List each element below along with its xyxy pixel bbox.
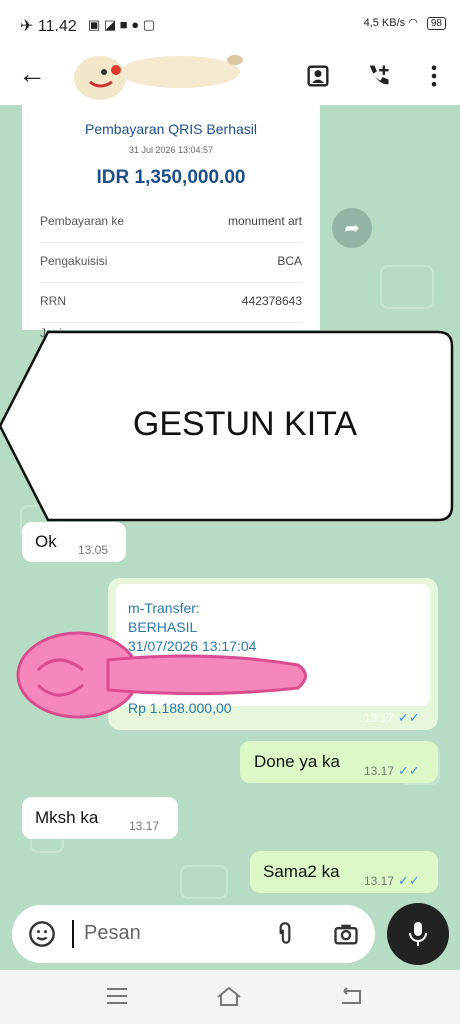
message-outgoing[interactable]: Sama2 ka 13.17 ✓✓ bbox=[250, 851, 438, 893]
text-cursor bbox=[72, 920, 74, 948]
chat-header: ← bbox=[0, 50, 460, 105]
add-call-icon[interactable] bbox=[364, 62, 392, 90]
battery-icon: 98 bbox=[426, 17, 446, 30]
message-incoming[interactable]: Mksh ka 13.17 bbox=[22, 797, 178, 839]
home-icon[interactable] bbox=[216, 985, 242, 1007]
receipt-row: Pembayaran ke monument art bbox=[40, 202, 302, 243]
read-ticks-icon: ✓✓ bbox=[398, 710, 420, 725]
receipt-row: RRN 442378643 bbox=[40, 282, 302, 323]
back-arrow-icon[interactable]: ← bbox=[18, 58, 46, 90]
message-outgoing[interactable]: Done ya ka 13.17 ✓✓ bbox=[240, 741, 438, 783]
pink-sticker-drawing bbox=[16, 631, 307, 719]
contact-card-icon[interactable] bbox=[304, 62, 332, 90]
receipt-title: Pembayaran QRIS Berhasil bbox=[85, 121, 257, 137]
forward-icon[interactable]: ➦ bbox=[332, 208, 372, 248]
read-ticks-icon: ✓✓ bbox=[398, 873, 420, 888]
emoji-icon[interactable] bbox=[28, 920, 56, 948]
receipt-amount: IDR 1,350,000.00 bbox=[96, 167, 246, 188]
avatar[interactable] bbox=[60, 50, 250, 105]
receipt-row: Pengakuisisi BCA bbox=[40, 242, 302, 283]
status-time: ✈ 11.42 bbox=[20, 18, 77, 35]
system-nav-bar bbox=[0, 970, 460, 1024]
read-ticks-icon: ✓✓ bbox=[398, 763, 420, 778]
banner-text: GESTUN KITA bbox=[132, 405, 358, 443]
message-input[interactable]: Pesan bbox=[84, 922, 141, 945]
wifi-icon: ◠ bbox=[408, 17, 418, 29]
status-bar: ✈ 11.42 ▣ ◪ ■ ● ▢ 4,5 KB/s ◠ 98 bbox=[0, 0, 460, 50]
status-right: 4,5 KB/s ◠ 98 bbox=[364, 16, 446, 30]
recents-icon[interactable] bbox=[104, 985, 130, 1007]
net-speed: 4,5 KB/s bbox=[363, 17, 406, 29]
attach-icon[interactable] bbox=[272, 921, 298, 947]
mic-button[interactable] bbox=[387, 903, 449, 965]
qris-receipt-image[interactable]: Pembayaran QRIS Berhasil 31 Jul 2026 13:… bbox=[22, 105, 320, 340]
message-input-bar[interactable]: Pesan bbox=[12, 905, 375, 963]
back-nav-icon[interactable] bbox=[338, 985, 364, 1007]
message-incoming[interactable]: Ok 13.05 bbox=[22, 522, 126, 562]
mic-icon bbox=[409, 922, 427, 946]
receipt-datetime: 31 Jul 2026 13:04:57 bbox=[128, 145, 214, 155]
camera-icon[interactable] bbox=[332, 920, 360, 948]
notification-icons: ▣ ◪ ■ ● ▢ bbox=[88, 17, 155, 32]
more-vert-icon[interactable] bbox=[420, 62, 448, 90]
